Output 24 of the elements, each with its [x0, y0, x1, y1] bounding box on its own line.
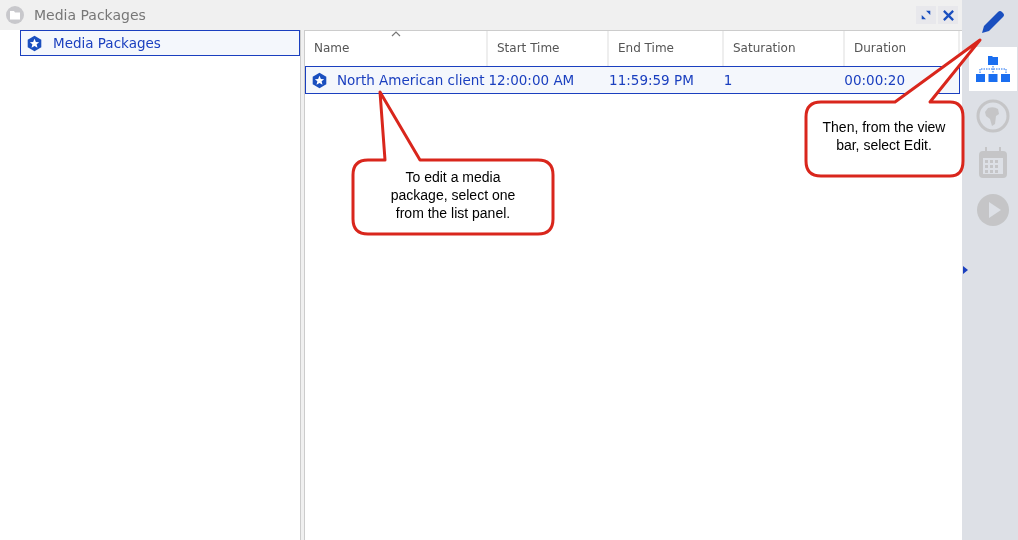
package-icon: [311, 71, 328, 89]
tree-view-button[interactable]: [969, 47, 1017, 91]
table-cell: 11:59:59 PM: [609, 72, 694, 88]
calendar-icon: [976, 146, 1010, 180]
restore-button[interactable]: [916, 6, 936, 24]
restore-arrows-icon: [920, 9, 932, 21]
table-cell: North American client: [337, 72, 485, 88]
package-icon: [26, 34, 43, 52]
folder-icon: [5, 5, 25, 25]
hierarchy-icon: [975, 54, 1011, 84]
play-icon: [976, 193, 1010, 227]
table-cell: 00:00:20: [844, 72, 905, 88]
tree-item[interactable]: Media Packages: [20, 30, 300, 56]
sort-caret-icon: [391, 31, 401, 37]
callout-text: Then, from the view bar, select Edit.: [821, 118, 947, 154]
close-button[interactable]: [938, 6, 958, 24]
callout-text: To edit a media package, select one from the list panel.: [389, 168, 517, 222]
close-icon: [941, 8, 955, 22]
table-cell: 1: [723, 72, 733, 88]
expand-arrow-icon[interactable]: [963, 266, 968, 274]
table-row[interactable]: North American client 12:00:00 AM 11:59:59 PM 1 00:00:20: [305, 66, 960, 94]
table-cell: 12:00:00 AM: [488, 72, 575, 88]
globe-icon: [976, 99, 1010, 133]
window-title: Media Packages: [34, 7, 146, 23]
